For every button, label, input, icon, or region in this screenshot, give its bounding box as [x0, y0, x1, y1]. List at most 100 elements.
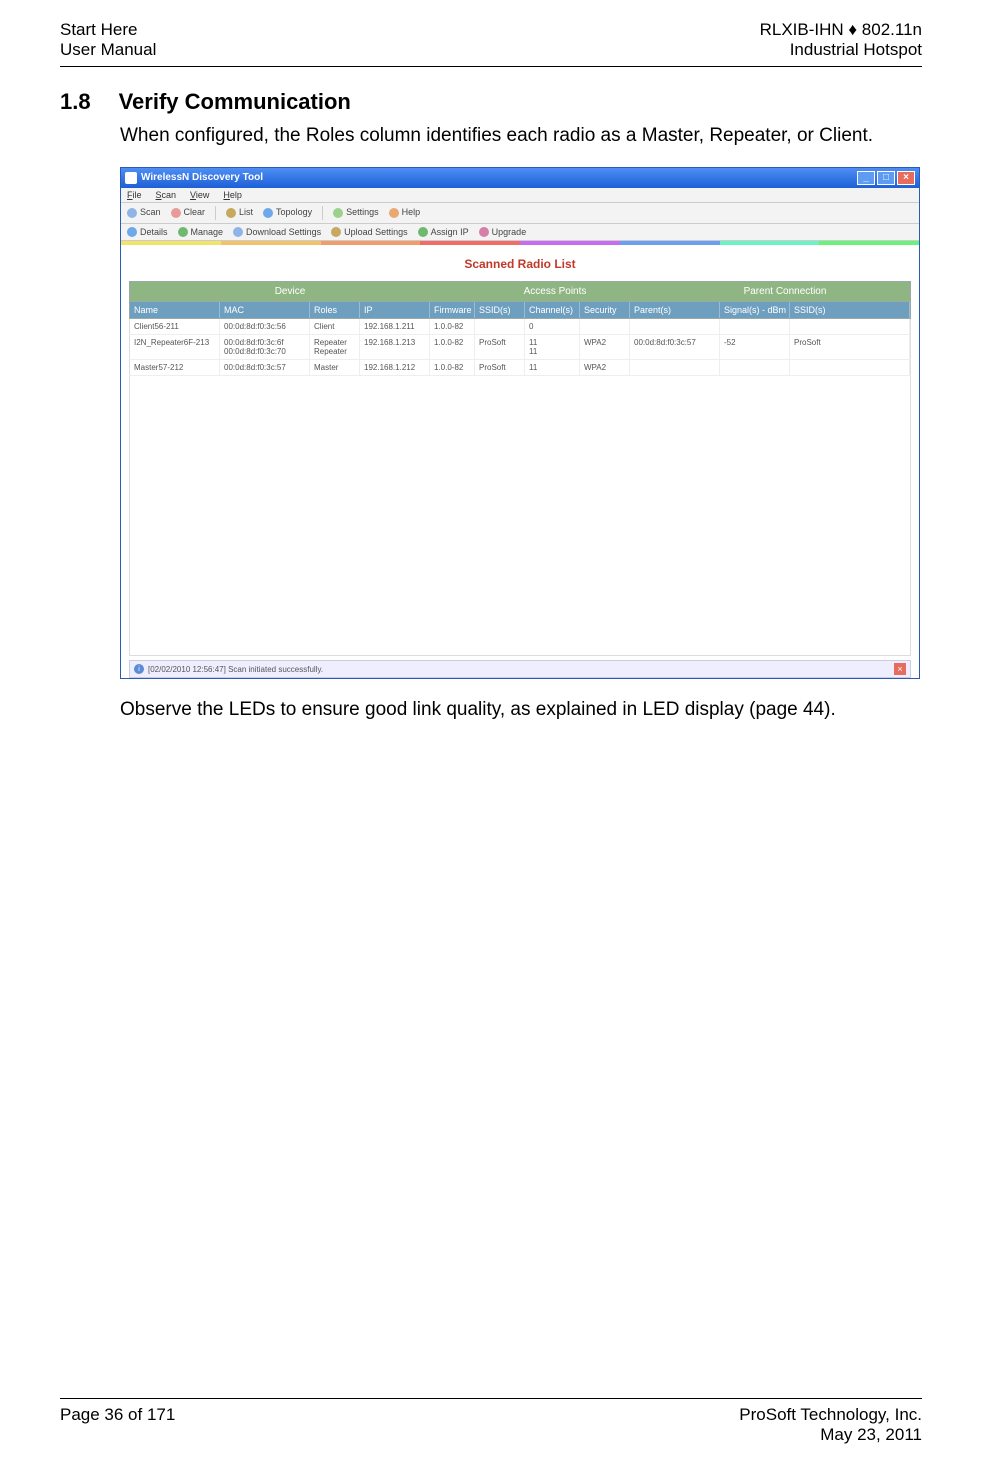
group-access-points: Access Points [450, 282, 660, 301]
download-settings-button[interactable]: Download Settings [233, 227, 321, 238]
cell-roles: Client [310, 319, 360, 334]
cell-ch: 0 [525, 319, 580, 334]
col-signal[interactable]: Signal(s) - dBm [720, 302, 790, 318]
menu-scan[interactable]: Scan [156, 190, 177, 200]
upload-icon [331, 227, 341, 237]
menubar[interactable]: File Scan View Help [121, 188, 919, 203]
header-right-1: RLXIB-IHN ♦ 802.11n [760, 20, 922, 40]
section-heading: 1.8 Verify Communication [60, 89, 922, 115]
header-right-2: Industrial Hotspot [760, 40, 922, 60]
col-parent[interactable]: Parent(s) [630, 302, 720, 318]
scan-button[interactable]: Scan [127, 207, 161, 218]
cell-mac: 00:0d:8d:f0:3c:56 [220, 319, 310, 334]
section-title: Verify Communication [119, 89, 351, 115]
details-icon [127, 227, 137, 237]
col-security[interactable]: Security [580, 302, 630, 318]
scan-icon [127, 208, 137, 218]
paragraph-1: When configured, the Roles column identi… [120, 123, 922, 149]
cell-sec [580, 319, 630, 334]
table-body: Client56-21100:0d:8d:f0:3c:56Client192.1… [129, 319, 911, 376]
col-firmware[interactable]: Firmware [430, 302, 475, 318]
group-device: Device [130, 282, 450, 301]
cell-par: 00:0d:8d:f0:3c:57 [630, 335, 720, 359]
details-button[interactable]: Details [127, 227, 168, 238]
page-header: Start Here User Manual RLXIB-IHN ♦ 802.1… [60, 20, 922, 67]
footer-right-1: ProSoft Technology, Inc. [739, 1405, 922, 1425]
window-title: WirelessN Discovery Tool [141, 172, 263, 183]
statusbar: i [02/02/2010 12:56:47] Scan initiated s… [129, 660, 911, 678]
header-left-1: Start Here [60, 20, 156, 40]
table-row[interactable]: I2N_Repeater6F-21300:0d:8d:f0:3c:6f 00:0… [129, 335, 911, 360]
cell-ip: 192.168.1.211 [360, 319, 430, 334]
cell-sig [720, 360, 790, 375]
cell-fw: 1.0.0-82 [430, 335, 475, 359]
upgrade-button[interactable]: Upgrade [479, 227, 527, 238]
cell-ssid2 [790, 360, 910, 375]
settings-icon [333, 208, 343, 218]
cell-sec: WPA2 [580, 360, 630, 375]
menu-view[interactable]: View [190, 190, 209, 200]
upload-settings-button[interactable]: Upload Settings [331, 227, 408, 238]
manage-icon [178, 227, 188, 237]
clear-icon [171, 208, 181, 218]
scanned-list-title: Scanned Radio List [129, 257, 911, 271]
cell-ch: 11 [525, 360, 580, 375]
group-parent-connection: Parent Connection [660, 282, 910, 301]
col-roles[interactable]: Roles [310, 302, 360, 318]
status-close-button[interactable]: × [894, 663, 906, 675]
cell-name: Master57-212 [130, 360, 220, 375]
help-button[interactable]: Help [389, 207, 421, 218]
header-left-2: User Manual [60, 40, 156, 60]
menu-file[interactable]: File [127, 190, 142, 200]
topology-button[interactable]: Topology [263, 207, 312, 218]
cell-sig [720, 319, 790, 334]
info-icon: i [134, 664, 144, 674]
clear-button[interactable]: Clear [171, 207, 206, 218]
cell-ssid2: ProSoft [790, 335, 910, 359]
app-window: WirelessN Discovery Tool _ □ × File Scan… [120, 167, 920, 680]
titlebar[interactable]: WirelessN Discovery Tool _ □ × [121, 168, 919, 188]
paragraph-2: Observe the LEDs to ensure good link qua… [120, 697, 922, 723]
cell-ssid: ProSoft [475, 335, 525, 359]
topology-icon [263, 208, 273, 218]
cell-ch: 11 11 [525, 335, 580, 359]
col-ssid[interactable]: SSID(s) [475, 302, 525, 318]
app-icon [125, 172, 137, 184]
minimize-button[interactable]: _ [857, 171, 875, 185]
cell-ip: 192.168.1.213 [360, 335, 430, 359]
table-row[interactable]: Master57-21200:0d:8d:f0:3c:57Master192.1… [129, 360, 911, 376]
col-channel[interactable]: Channel(s) [525, 302, 580, 318]
maximize-button[interactable]: □ [877, 171, 895, 185]
menu-help[interactable]: Help [223, 190, 242, 200]
cell-roles: Repeater Repeater [310, 335, 360, 359]
download-icon [233, 227, 243, 237]
assign-ip-icon [418, 227, 428, 237]
col-ssid2[interactable]: SSID(s) [790, 302, 910, 318]
toolbar-primary: Scan Clear List Topology Settings Help [121, 203, 919, 224]
settings-button[interactable]: Settings [333, 207, 379, 218]
section-number: 1.8 [60, 89, 91, 115]
footer-left: Page 36 of 171 [60, 1405, 175, 1445]
color-strip [121, 241, 919, 245]
list-button[interactable]: List [226, 207, 253, 218]
col-mac[interactable]: MAC [220, 302, 310, 318]
col-name[interactable]: Name [130, 302, 220, 318]
cell-ssid: ProSoft [475, 360, 525, 375]
page-footer: Page 36 of 171 ProSoft Technology, Inc. … [60, 1398, 922, 1445]
cell-fw: 1.0.0-82 [430, 319, 475, 334]
col-ip[interactable]: IP [360, 302, 430, 318]
list-icon [226, 208, 236, 218]
table-row[interactable]: Client56-21100:0d:8d:f0:3c:56Client192.1… [129, 319, 911, 335]
assign-ip-button[interactable]: Assign IP [418, 227, 469, 238]
cell-roles: Master [310, 360, 360, 375]
upgrade-icon [479, 227, 489, 237]
manage-button[interactable]: Manage [178, 227, 224, 238]
cell-ip: 192.168.1.212 [360, 360, 430, 375]
close-button[interactable]: × [897, 171, 915, 185]
cell-sig: -52 [720, 335, 790, 359]
cell-par [630, 319, 720, 334]
cell-name: I2N_Repeater6F-213 [130, 335, 220, 359]
cell-fw: 1.0.0-82 [430, 360, 475, 375]
cell-mac: 00:0d:8d:f0:3c:6f 00:0d:8d:f0:3c:70 [220, 335, 310, 359]
cell-name: Client56-211 [130, 319, 220, 334]
